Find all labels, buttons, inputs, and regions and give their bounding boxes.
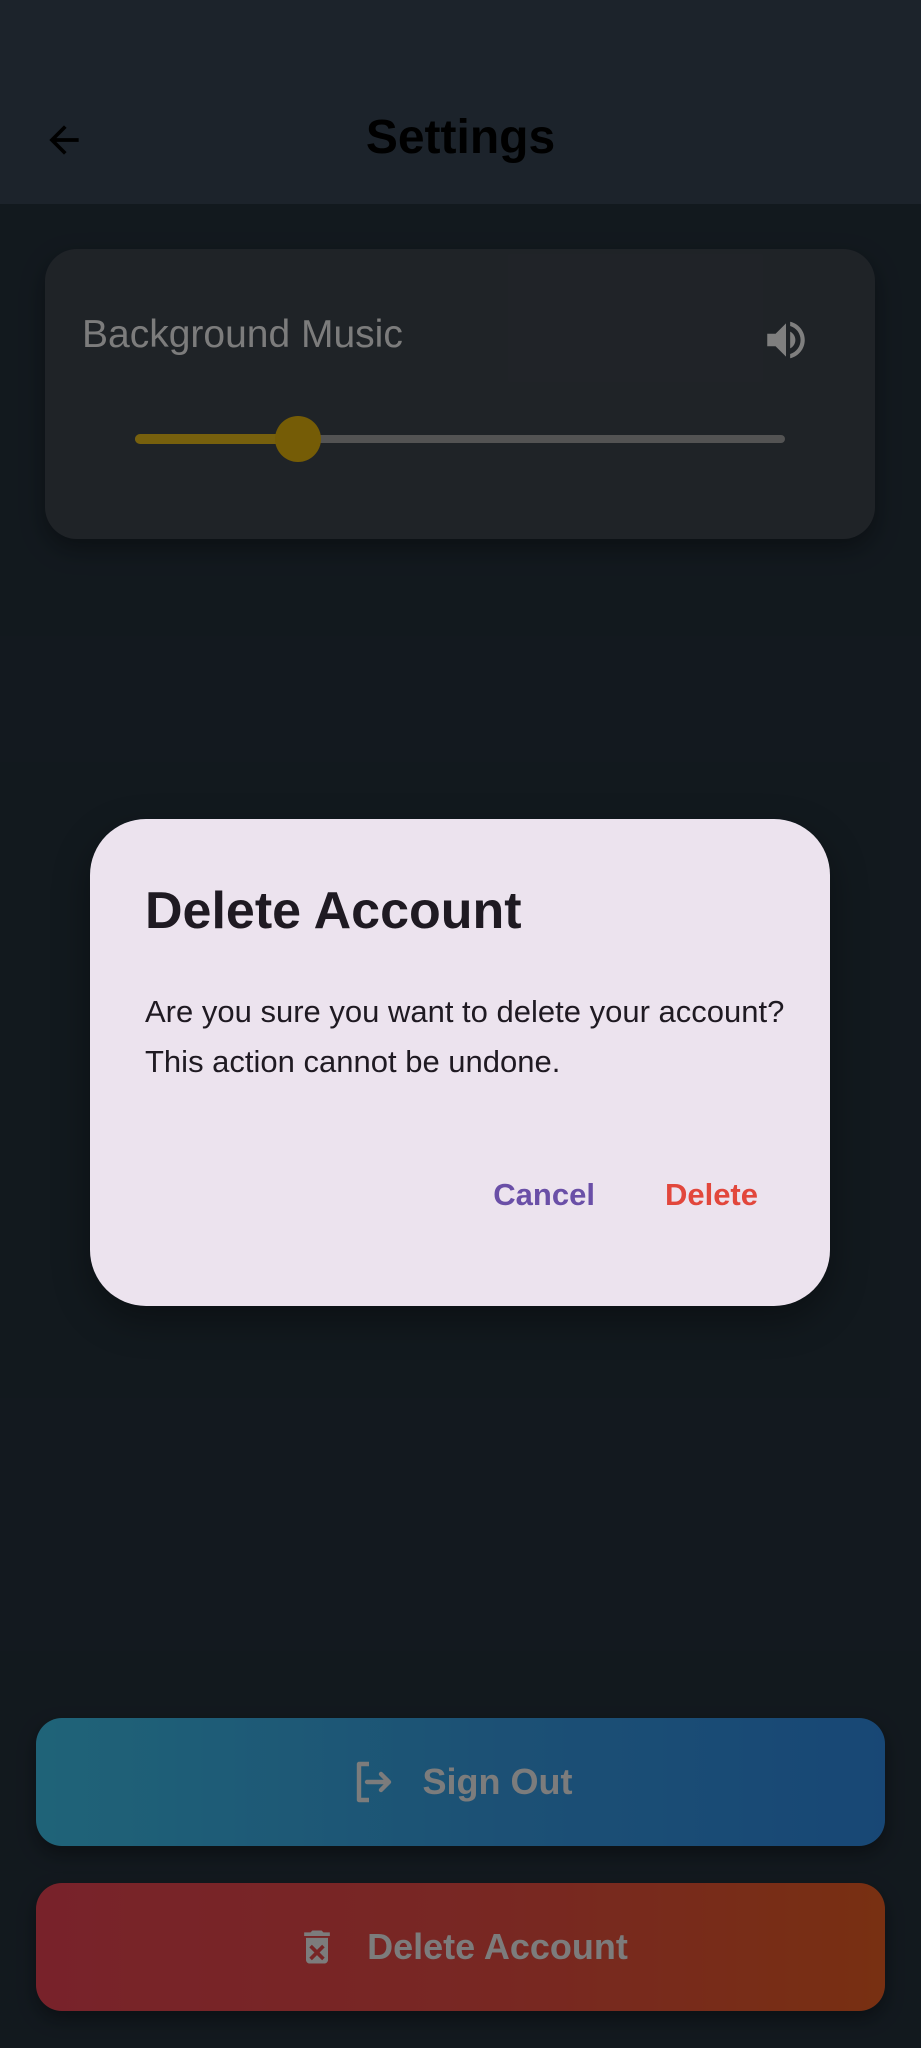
cancel-button[interactable]: Cancel bbox=[481, 1169, 607, 1221]
confirm-delete-button[interactable]: Delete bbox=[653, 1169, 770, 1221]
dialog-message: Are you sure you want to delete your acc… bbox=[145, 994, 785, 1079]
dialog-title: Delete Account bbox=[145, 882, 522, 940]
delete-account-dialog: Delete Account Are you sure you want to … bbox=[90, 819, 830, 1306]
settings-screen: Settings Background Music Sign Out Delet… bbox=[0, 0, 921, 2048]
dialog-actions: Cancel Delete bbox=[481, 1169, 770, 1221]
